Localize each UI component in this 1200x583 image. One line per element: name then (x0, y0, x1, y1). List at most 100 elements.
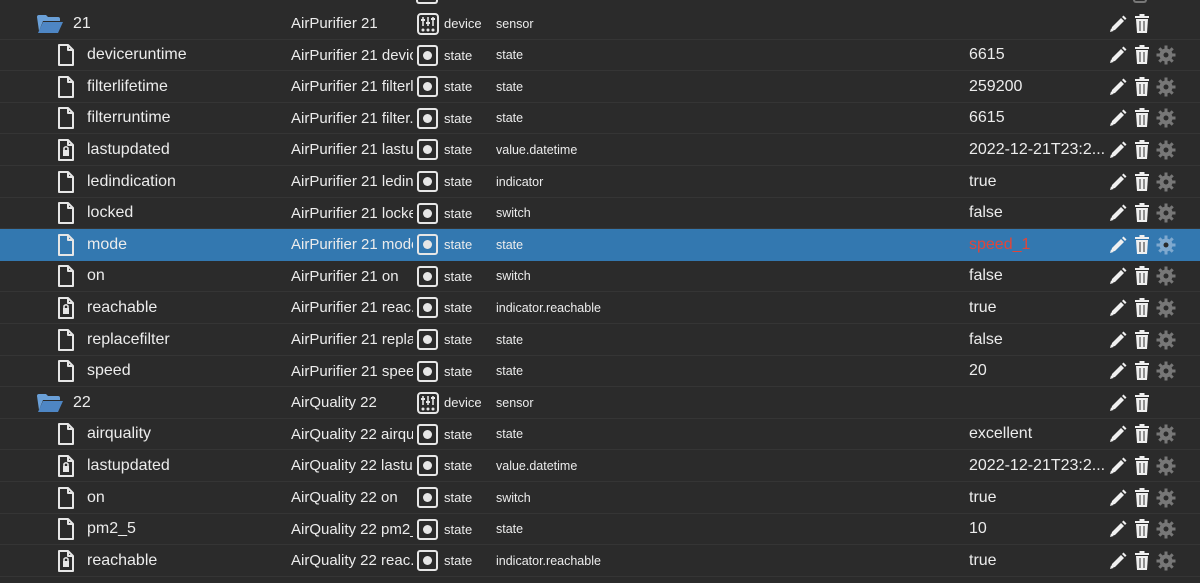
edit-icon[interactable] (1108, 140, 1128, 160)
gear-icon[interactable] (1156, 456, 1176, 476)
edit-icon[interactable] (1108, 456, 1128, 476)
edit-icon[interactable] (1108, 45, 1128, 65)
gear-icon[interactable] (1156, 551, 1176, 571)
tree-state-row[interactable]: lastupdated AirQuality 22 lastu... state va… (0, 450, 1200, 482)
edit-icon[interactable] (1108, 235, 1128, 255)
state-icon (417, 166, 439, 197)
folder-open-icon[interactable] (36, 387, 64, 418)
edit-icon[interactable] (1108, 424, 1128, 444)
delete-icon[interactable] (1134, 203, 1150, 223)
gear-icon[interactable] (1156, 172, 1176, 192)
state-icon (417, 261, 439, 292)
state-value[interactable]: 20 (969, 356, 1104, 387)
object-type-label: state (444, 237, 473, 253)
row-actions (1108, 482, 1198, 513)
state-value[interactable]: true (969, 166, 1104, 197)
delete-icon[interactable] (1134, 13, 1150, 34)
state-value[interactable]: 259200 (969, 71, 1104, 102)
state-value[interactable]: excellent (969, 419, 1104, 450)
gear-icon[interactable] (1156, 140, 1176, 160)
tree-state-row[interactable]: on AirPurifier 21 on state switch false (0, 261, 1200, 293)
tree-state-row[interactable]: replacefilter AirPurifier 21 repla... stat… (0, 324, 1200, 356)
file-locked-icon (57, 292, 77, 323)
edit-icon[interactable] (1108, 14, 1128, 34)
tree-state-row[interactable]: on AirQuality 22 on state switch true (0, 482, 1200, 514)
delete-icon[interactable] (1134, 139, 1150, 160)
delete-icon[interactable] (1134, 392, 1150, 413)
object-role-label: switch (496, 490, 531, 505)
delete-icon[interactable] (1134, 266, 1150, 286)
delete-icon[interactable] (1134, 234, 1150, 255)
gear-icon[interactable] (1156, 424, 1176, 444)
state-value[interactable]: 2022-12-21T23:2... (969, 450, 1104, 481)
state-value[interactable] (969, 387, 1104, 418)
edit-icon[interactable] (1108, 108, 1128, 128)
edit-icon[interactable] (1108, 330, 1128, 350)
delete-icon[interactable] (1134, 76, 1150, 97)
state-value[interactable]: true (969, 482, 1104, 513)
gear-icon[interactable] (1156, 330, 1176, 350)
edit-icon[interactable] (1108, 298, 1128, 318)
tree-state-row[interactable]: filterlifetime AirPurifier 21 filterl... s… (0, 71, 1200, 103)
edit-icon[interactable] (1108, 203, 1128, 223)
gear-icon[interactable] (1156, 235, 1176, 255)
edit-icon[interactable] (1108, 393, 1128, 413)
gear-icon[interactable] (1156, 45, 1176, 65)
delete-icon[interactable] (1134, 297, 1150, 318)
state-value[interactable]: speed_1 (969, 229, 1104, 260)
tree-state-row[interactable]: reachable AirQuality 22 reac... state indic… (0, 545, 1200, 577)
delete-icon[interactable] (1133, 0, 1147, 3)
state-value[interactable] (969, 8, 1104, 39)
tree-folder-row[interactable]: 21 AirPurifier 21 device sensor (0, 8, 1200, 40)
edit-icon[interactable] (1108, 266, 1128, 286)
tree-state-row[interactable]: locked AirPurifier 21 locked state switch fa… (0, 198, 1200, 230)
delete-icon[interactable] (1134, 550, 1150, 571)
gear-icon[interactable] (1156, 203, 1176, 223)
state-value[interactable]: true (969, 545, 1104, 576)
state-value[interactable]: false (969, 324, 1104, 355)
state-icon (417, 71, 439, 102)
tree-state-row[interactable]: speed AirPurifier 21 speed state state 20 (0, 356, 1200, 388)
gear-icon[interactable] (1156, 77, 1176, 97)
delete-icon[interactable] (1134, 361, 1150, 381)
edit-icon[interactable] (1108, 488, 1128, 508)
delete-icon[interactable] (1134, 108, 1150, 128)
state-value[interactable]: 6615 (969, 103, 1104, 134)
gear-icon[interactable] (1156, 519, 1176, 539)
edit-icon[interactable] (1108, 361, 1128, 381)
edit-icon[interactable] (1108, 172, 1128, 192)
file-icon (57, 261, 77, 292)
gear-icon[interactable] (1156, 266, 1176, 286)
delete-icon[interactable] (1134, 455, 1150, 476)
edit-icon[interactable] (1108, 551, 1128, 571)
state-value[interactable]: false (969, 198, 1104, 229)
object-id-label: lastupdated (87, 140, 170, 158)
delete-icon[interactable] (1134, 424, 1150, 444)
state-value[interactable]: 10 (969, 514, 1104, 545)
state-value[interactable]: 6615 (969, 40, 1104, 71)
state-value[interactable]: 2022-12-21T23:2... (969, 134, 1104, 165)
tree-state-row[interactable]: ledindication AirPurifier 21 ledin... stat… (0, 166, 1200, 198)
edit-icon[interactable] (1108, 519, 1128, 539)
folder-open-icon[interactable] (36, 8, 64, 39)
tree-state-row[interactable]: deviceruntime AirPurifier 21 devic... stat… (0, 40, 1200, 72)
tree-folder-row[interactable]: 22 AirQuality 22 device sensor (0, 387, 1200, 419)
tree-state-row[interactable]: mode AirPurifier 21 mode state state speed_1 (0, 229, 1200, 261)
delete-icon[interactable] (1134, 171, 1150, 192)
tree-state-row[interactable]: pm2_5 AirQuality 22 pm2_5 state state 10 (0, 514, 1200, 546)
tree-state-row[interactable]: airquality AirQuality 22 airqu... state sta… (0, 419, 1200, 451)
tree-state-row[interactable]: lastupdated AirPurifier 21 lastu... state v… (0, 134, 1200, 166)
delete-icon[interactable] (1134, 519, 1150, 539)
gear-icon[interactable] (1156, 298, 1176, 318)
state-value[interactable]: false (969, 261, 1104, 292)
tree-state-row[interactable]: filterruntime AirPurifier 21 filter... sta… (0, 103, 1200, 135)
tree-state-row[interactable]: reachable AirPurifier 21 reac... state indi… (0, 292, 1200, 324)
gear-icon[interactable] (1156, 108, 1176, 128)
gear-icon[interactable] (1156, 488, 1176, 508)
delete-icon[interactable] (1134, 329, 1150, 350)
gear-icon[interactable] (1156, 361, 1176, 381)
state-value[interactable]: true (969, 292, 1104, 323)
delete-icon[interactable] (1134, 487, 1150, 508)
delete-icon[interactable] (1134, 45, 1150, 65)
edit-icon[interactable] (1108, 77, 1128, 97)
